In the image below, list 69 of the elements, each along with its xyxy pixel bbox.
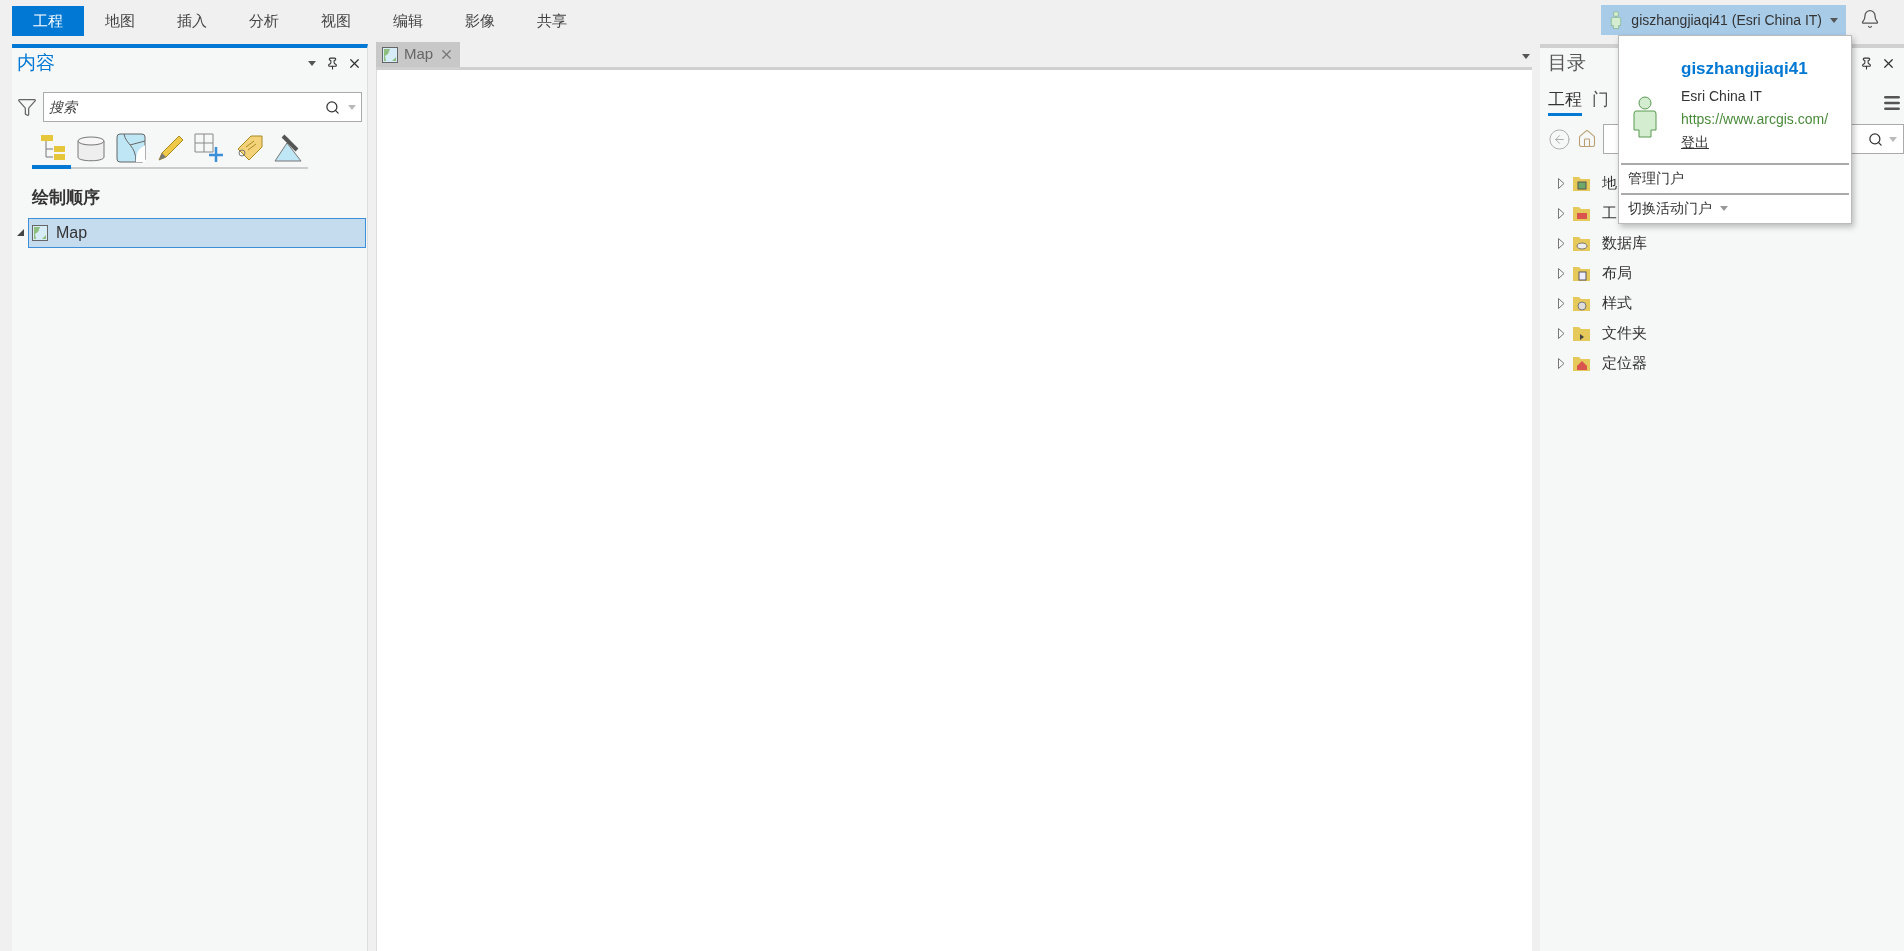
expand-arrow-icon[interactable] bbox=[1558, 357, 1565, 369]
expand-arrow-icon[interactable] bbox=[1558, 237, 1565, 249]
pane-title: 内容 bbox=[17, 50, 55, 75]
search-field[interactable]: 搜索 bbox=[43, 92, 362, 122]
sign-out-link[interactable]: 登出 bbox=[1681, 131, 1709, 153]
user-icon bbox=[1609, 11, 1624, 29]
caret-icon bbox=[1889, 136, 1897, 142]
expand-arrow-icon[interactable] bbox=[1558, 297, 1565, 309]
pin-icon[interactable] bbox=[1860, 56, 1873, 70]
pane-title: 目录 bbox=[1548, 50, 1586, 75]
notification-bell-icon[interactable] bbox=[1860, 9, 1880, 29]
folder-icon bbox=[1572, 204, 1591, 222]
catalog-item[interactable]: 数据库 bbox=[1602, 231, 1647, 255]
organization-name: Esri China IT bbox=[1681, 86, 1763, 106]
expand-arrow-icon[interactable] bbox=[1558, 207, 1565, 219]
catalog-item[interactable]: 定位器 bbox=[1602, 351, 1647, 375]
search-input[interactable]: 搜索 bbox=[49, 96, 325, 118]
pane-menu-caret-icon bbox=[308, 60, 316, 66]
catalog-item[interactable]: 地 bbox=[1602, 171, 1617, 195]
account-button[interactable]: giszhangjiaqi41 (Esri China IT) bbox=[1601, 5, 1846, 35]
folder-icon bbox=[1572, 264, 1591, 282]
account-menu-item[interactable]: 管理门户 bbox=[1621, 162, 1849, 193]
ribbon-tab[interactable]: 地图 bbox=[84, 6, 156, 36]
folder-icon bbox=[1572, 324, 1591, 342]
ribbon-tab[interactable]: 视图 bbox=[300, 6, 372, 36]
database-icon bbox=[76, 133, 107, 163]
view-tab[interactable] bbox=[32, 132, 72, 169]
ribbon-tab[interactable]: 共享 bbox=[516, 6, 588, 36]
home-icon[interactable] bbox=[1577, 129, 1597, 149]
map-icon bbox=[382, 46, 398, 63]
catalog-item[interactable]: 工 bbox=[1602, 201, 1617, 225]
folder-icon bbox=[1572, 174, 1591, 192]
expand-arrow-icon[interactable] bbox=[1558, 267, 1565, 279]
satellite-icon bbox=[273, 133, 304, 163]
catalog-item[interactable]: 文件夹 bbox=[1602, 321, 1647, 345]
caret-icon bbox=[348, 104, 356, 110]
folder-icon bbox=[1572, 234, 1591, 252]
grid-add-icon bbox=[194, 133, 225, 163]
catalog-item[interactable]: 样式 bbox=[1602, 291, 1632, 315]
expand-arrow-icon[interactable] bbox=[16, 229, 24, 236]
ribbon-tab[interactable]: 工程 bbox=[12, 6, 84, 36]
map-icon bbox=[32, 224, 48, 241]
ribbon-tab[interactable]: 插入 bbox=[156, 6, 228, 36]
folder-icon bbox=[1572, 354, 1591, 372]
user-icon bbox=[1633, 96, 1657, 138]
view-menu-caret-icon bbox=[1522, 54, 1530, 59]
search-icon[interactable] bbox=[1868, 131, 1883, 147]
map-selection-icon bbox=[115, 133, 146, 163]
filter-icon[interactable] bbox=[17, 97, 37, 117]
section-heading: 绘制顺序 bbox=[32, 187, 100, 209]
menu-icon[interactable] bbox=[1882, 93, 1902, 113]
map-tab[interactable]: Map bbox=[376, 42, 461, 67]
ribbon-tab[interactable]: 分析 bbox=[228, 6, 300, 36]
layer-row[interactable]: Map bbox=[28, 217, 366, 248]
account-menu-item[interactable]: 切换活动门户 bbox=[1621, 192, 1849, 223]
caret-icon bbox=[1720, 206, 1728, 211]
expand-arrow-icon[interactable] bbox=[1558, 327, 1565, 339]
ribbon-tab[interactable]: 影像 bbox=[444, 6, 516, 36]
catalog-item[interactable]: 布局 bbox=[1602, 261, 1632, 285]
ribbon-tab[interactable]: 编辑 bbox=[372, 6, 444, 36]
search-icon[interactable] bbox=[325, 99, 340, 115]
pin-icon[interactable] bbox=[326, 56, 339, 70]
portal-link[interactable]: https://www.arcgis.com/ bbox=[1681, 108, 1829, 130]
caret-icon bbox=[1830, 17, 1838, 23]
catalog-tab[interactable]: 门 bbox=[1592, 86, 1609, 116]
folder-icon bbox=[1572, 294, 1591, 312]
username: giszhangjiaqi41 bbox=[1681, 58, 1809, 80]
expand-arrow-icon[interactable] bbox=[1558, 177, 1565, 189]
catalog-tab[interactable]: 工程 bbox=[1548, 86, 1582, 116]
